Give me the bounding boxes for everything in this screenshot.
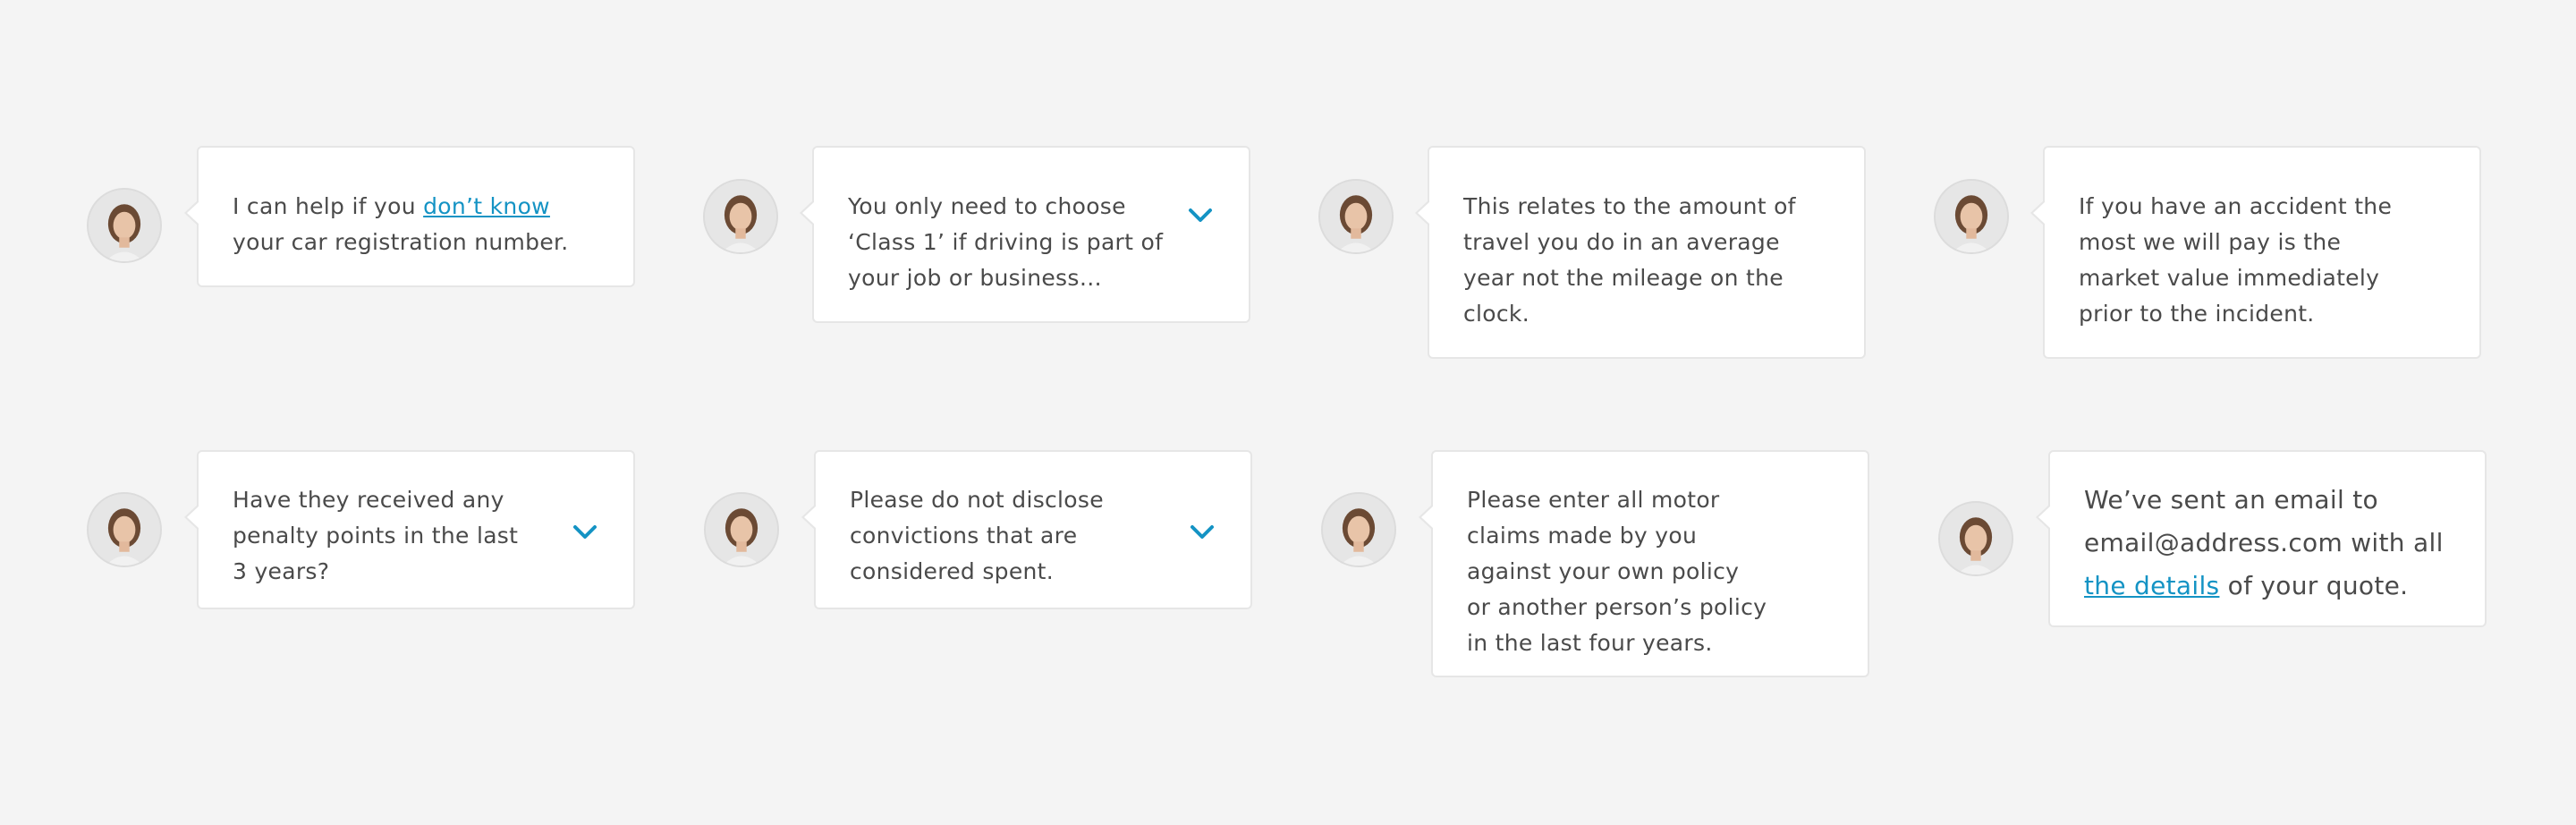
message-line: market value immediately	[2079, 265, 2380, 291]
message-line: your car registration number.	[233, 229, 569, 255]
message-line: penalty points in the last	[233, 523, 519, 549]
assistant-avatar	[1934, 179, 2009, 254]
avatar-image	[705, 181, 776, 252]
assistant-avatar	[87, 492, 162, 567]
chevron-down-icon[interactable]	[1188, 207, 1213, 225]
message-line: most we will pay is the	[2079, 229, 2342, 255]
message-line: We’ve sent an email to	[2084, 485, 2378, 515]
avatar-image	[1936, 181, 2007, 252]
message-line: Have they received any	[233, 487, 504, 513]
assistant-avatar	[1318, 179, 1394, 254]
message-line: If you have an accident the	[2079, 193, 2393, 219]
message-line: prior to the incident.	[2079, 301, 2315, 327]
message-bubble: If you have an accident the most we will…	[2030, 146, 2481, 359]
message-line: travel you do in an average	[1463, 229, 1780, 255]
avatar-image	[1323, 494, 1394, 566]
message-line: in the last four years.	[1467, 630, 1713, 656]
message-bubble: Have they received any penalty points in…	[184, 450, 635, 609]
the-details-link[interactable]: the details	[2084, 571, 2219, 600]
message-bubble: This relates to the amount of travel you…	[1415, 146, 1866, 359]
message-line: ‘Class 1’ if driving is part of	[848, 229, 1164, 255]
message-line: claims made by you	[1467, 523, 1698, 549]
assistant-avatar	[1321, 492, 1396, 567]
message-line: You only need to choose	[848, 193, 1126, 219]
message-line: Please enter all motor	[1467, 487, 1720, 513]
assistant-avatar	[703, 179, 778, 254]
chevron-down-icon[interactable]	[572, 523, 597, 541]
message-bubble: Please do not disclose convictions that …	[801, 450, 1252, 609]
message-line: email@address.com with all	[2084, 528, 2444, 557]
assistant-avatar	[704, 492, 779, 567]
message-line: or another person’s policy	[1467, 594, 1767, 620]
message-line: convictions that are	[850, 523, 1078, 549]
message-line: considered spent.	[850, 558, 1055, 584]
message-bubble: I can help if you don’t know your car re…	[184, 146, 635, 287]
dont-know-link[interactable]: don’t know	[423, 193, 550, 219]
message-line: This relates to the amount of	[1463, 193, 1796, 219]
message-bubble: We’ve sent an email to email@address.com…	[2036, 450, 2487, 627]
message-line: against your own policy	[1467, 558, 1740, 584]
message-line: the details of your quote.	[2084, 565, 2451, 608]
message-text: I can help if you	[233, 193, 424, 219]
chevron-down-icon[interactable]	[1190, 523, 1215, 541]
avatar-image	[1940, 503, 2012, 574]
assistant-avatar	[87, 188, 162, 263]
avatar-image	[89, 494, 160, 566]
message-bubble: Please enter all motor claims made by yo…	[1419, 450, 1869, 677]
message-line: 3 years?	[233, 558, 330, 584]
assistant-avatar	[1938, 501, 2013, 576]
avatar-image	[1320, 181, 1392, 252]
message-line: I can help if you don’t know	[233, 189, 599, 225]
message-bubble: You only need to choose ‘Class 1’ if dri…	[800, 146, 1250, 323]
message-line: year not the mileage on the	[1463, 265, 1784, 291]
avatar-image	[706, 494, 777, 566]
message-line: clock.	[1463, 301, 1530, 327]
message-line: your job or business…	[848, 265, 1102, 291]
message-text: of your quote.	[2219, 571, 2409, 600]
avatar-image	[89, 190, 160, 261]
message-line: Please do not disclose	[850, 487, 1104, 513]
